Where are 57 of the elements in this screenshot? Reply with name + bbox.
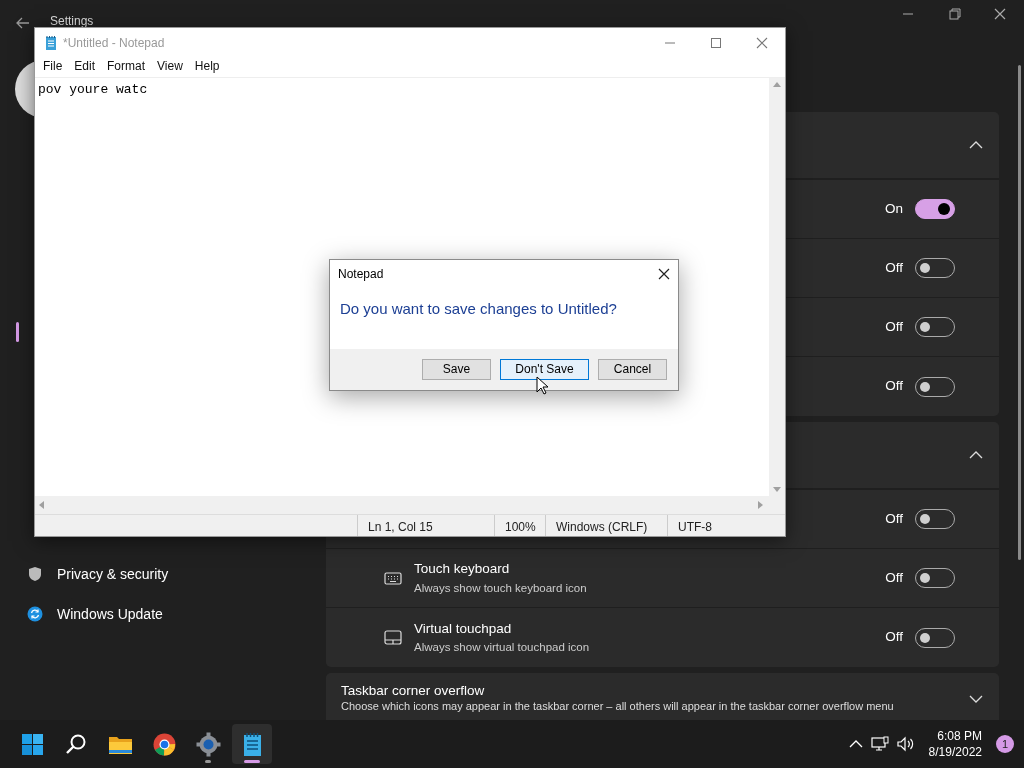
selection-indicator [16,322,19,342]
close-button[interactable] [658,268,670,280]
dialog-button[interactable]: Cancel [598,359,667,380]
dialog-button[interactable]: Don't Save [500,359,589,380]
status-text: 100% [494,515,545,536]
windows-logo-icon [19,731,45,757]
toggle-state-label: Off [885,258,903,277]
scrollbar[interactable] [1018,65,1021,560]
setting-title: Virtual touchpad [414,619,513,638]
toggle-state-label: Off [885,377,903,396]
toggle-state-label: Off [885,628,903,647]
restore-button[interactable] [949,8,961,20]
dialog-button[interactable]: Save [422,359,491,380]
shield-icon [27,566,43,582]
clock-time[interactable]: 6:08 PM [928,728,982,744]
taskbar-button[interactable] [232,724,272,764]
network-icon[interactable] [870,736,889,752]
status-text: Ln 1, Col 15 [357,515,494,536]
chevron-up-icon[interactable] [969,451,983,459]
browser-icon [151,731,177,757]
setting-title: Taskbar corner overflow [341,682,486,699]
toggle-state-label: Off [885,317,903,336]
volume-icon[interactable] [896,736,915,752]
dialog-message: Do you want to save changes to Untitled? [339,299,618,319]
back-button[interactable] [16,17,30,29]
menu-item[interactable]: Help [188,57,226,77]
dialog-title: Notepad [338,266,384,283]
menu-item[interactable]: Format [101,57,152,77]
close-button[interactable] [994,8,1006,20]
sync-icon [27,606,43,622]
menu-item[interactable]: View [151,57,189,77]
toggle-state-label: On [885,199,903,218]
window-title: *Untitled - Notepad [63,34,166,52]
gear-icon [195,731,221,757]
setting-description: Always show touch keyboard icon [414,580,588,596]
toggle-state-label: Off [885,568,903,587]
keyboard-icon [384,569,402,587]
chevron-down-icon[interactable] [969,695,983,703]
document-text: pov youre watc [38,82,148,97]
chevron-up-icon[interactable] [969,141,983,149]
setting-description: Always show virtual touchpad icon [414,640,591,655]
notepad-icon [45,34,57,51]
status-text: Windows (CRLF) [545,515,667,536]
toggle-switch[interactable] [915,199,955,219]
nav-item[interactable]: Windows Update [57,603,163,625]
maximize-button[interactable] [710,36,722,49]
window-title: Settings [50,13,94,30]
notification-badge[interactable]: 1 [996,735,1014,753]
status-text: UTF-8 [667,515,760,536]
setting-title: Touch keyboard [414,560,511,579]
nav-item[interactable]: Privacy & security [57,563,169,585]
menu-item[interactable]: Edit [68,57,102,77]
setting-description: Choose which icons may appear in the taskbar corner – all others will appear in the taskbar corner overflow menu [341,699,895,713]
touchpad-icon [384,629,402,646]
toggle-state-label: Off [885,509,903,528]
clock-date[interactable]: 8/19/2022 [928,744,982,760]
menu-item[interactable]: File [37,57,69,77]
